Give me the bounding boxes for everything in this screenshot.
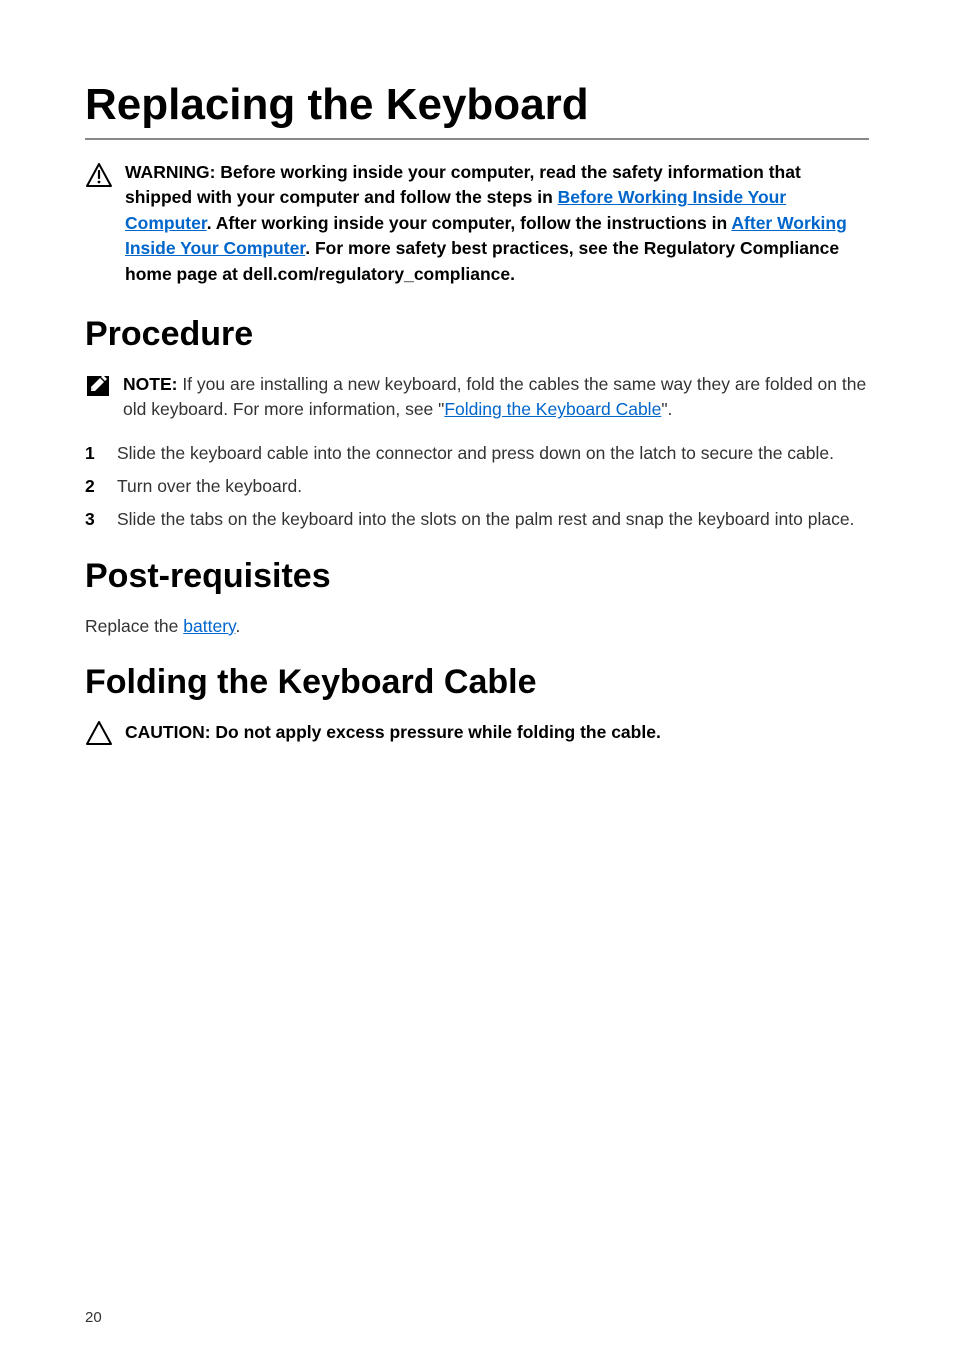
warning-text: WARNING: Before working inside your comp… bbox=[125, 160, 869, 287]
step-number: 3 bbox=[85, 507, 117, 532]
page-title: Replacing the Keyboard bbox=[85, 80, 869, 140]
procedure-heading: Procedure bbox=[85, 315, 869, 354]
note-body-2: ". bbox=[661, 399, 672, 419]
step-text: Turn over the keyboard. bbox=[117, 474, 302, 499]
caution-triangle-icon bbox=[85, 720, 113, 751]
step-number: 1 bbox=[85, 441, 117, 466]
postreq-heading: Post-requisites bbox=[85, 557, 869, 596]
postreq-prefix: Replace the bbox=[85, 616, 183, 636]
list-item: 1 Slide the keyboard cable into the conn… bbox=[85, 441, 869, 466]
link-battery[interactable]: battery bbox=[183, 616, 235, 636]
postreq-suffix: . bbox=[235, 616, 240, 636]
step-text: Slide the tabs on the keyboard into the … bbox=[117, 507, 854, 532]
page-number: 20 bbox=[85, 1309, 102, 1326]
step-text: Slide the keyboard cable into the connec… bbox=[117, 441, 834, 466]
caution-text: CAUTION: Do not apply excess pressure wh… bbox=[125, 720, 661, 745]
list-item: 2 Turn over the keyboard. bbox=[85, 474, 869, 499]
folding-heading: Folding the Keyboard Cable bbox=[85, 663, 869, 702]
link-folding-cable[interactable]: Folding the Keyboard Cable bbox=[444, 399, 661, 419]
note-text: NOTE: If you are installing a new keyboa… bbox=[123, 372, 869, 423]
note-label: NOTE: bbox=[123, 374, 182, 394]
warning-triangle-icon bbox=[85, 162, 113, 193]
note-block: NOTE: If you are installing a new keyboa… bbox=[85, 372, 869, 423]
warning-block: WARNING: Before working inside your comp… bbox=[85, 160, 869, 287]
step-number: 2 bbox=[85, 474, 117, 499]
warning-mid: . After working inside your computer, fo… bbox=[207, 213, 732, 233]
procedure-steps: 1 Slide the keyboard cable into the conn… bbox=[85, 441, 869, 533]
list-item: 3 Slide the tabs on the keyboard into th… bbox=[85, 507, 869, 532]
note-pencil-icon bbox=[85, 374, 111, 403]
postreq-text: Replace the battery. bbox=[85, 614, 869, 639]
caution-block: CAUTION: Do not apply excess pressure wh… bbox=[85, 720, 869, 751]
